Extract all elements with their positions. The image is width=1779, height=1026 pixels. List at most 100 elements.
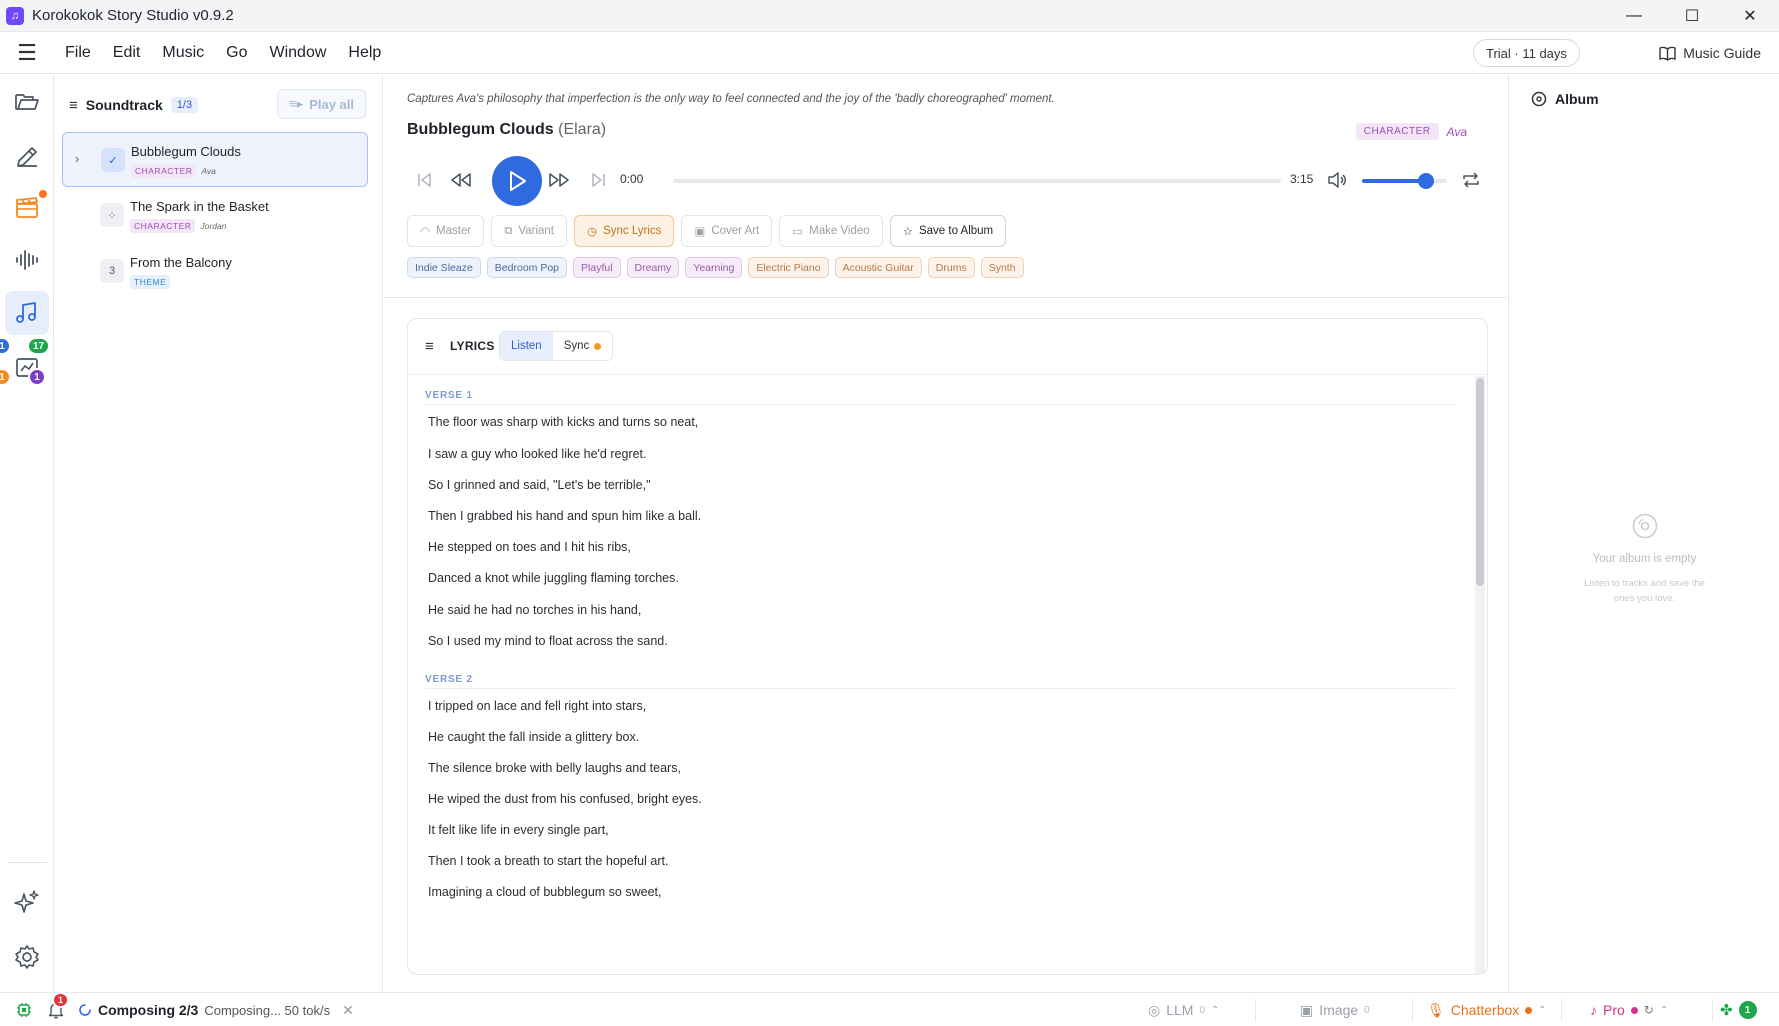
fast-forward-button[interactable] [547, 168, 571, 192]
status-divider [1412, 999, 1413, 1021]
master-icon: ◠ [420, 226, 431, 238]
hamburger-menu-icon[interactable]: ☰ [0, 40, 54, 66]
time-total: 3:15 [1290, 172, 1314, 186]
make-video-button[interactable]: ▭ Make Video [779, 215, 883, 247]
genre-tags: Indie Sleaze Bedroom Pop Playful Dreamy … [407, 257, 1024, 278]
song-detail: Captures Ava's philosophy that imperfect… [384, 75, 1507, 992]
music-guide-button[interactable]: Music Guide [1659, 32, 1761, 74]
album-empty-title: Your album is empty [1592, 553, 1697, 565]
chevron-right-icon[interactable]: › [75, 151, 79, 166]
menu-go[interactable]: Go [215, 44, 258, 62]
track-item[interactable]: ⁘ The Spark in the Basket CHARACTER Jord… [62, 188, 368, 243]
clover-icon: ✤ [1720, 1002, 1733, 1019]
track-item[interactable]: › ✓ Bubblegum Clouds CHARACTER Ava [62, 132, 368, 187]
volume-slider[interactable] [1362, 173, 1447, 189]
menu-bar: ☰ File Edit Music Go Window Help Trial ·… [0, 32, 1779, 74]
rail-audio-button[interactable] [5, 238, 49, 282]
image-status-button[interactable]: ▣ Image 0 [1300, 993, 1370, 1026]
skip-back-button[interactable] [412, 168, 436, 192]
master-label: Master [436, 225, 472, 237]
lyric-line: It felt like life in every single part, [428, 823, 609, 837]
title-bar: ♫ Korokokok Story Studio v0.9.2 — ☐ ✕ [0, 0, 1779, 32]
llm-status-button[interactable]: ◎ LLM 0 ⌃ [1148, 993, 1219, 1026]
lyric-line: He said he had no torches in his hand, [428, 603, 642, 617]
notifications-button[interactable]: 1 [48, 992, 70, 1026]
lyrics-scrollbar[interactable] [1475, 376, 1485, 974]
soundtrack-header: ≡ Soundtrack 1/3 ≡▸ Play all [69, 89, 374, 121]
verse-divider [425, 404, 1455, 405]
play-list-icon: ≡▸ [289, 96, 304, 111]
play-button[interactable] [492, 156, 542, 206]
image-icon: ▣ [1300, 1001, 1314, 1018]
globe-icon: ◎ [1148, 1001, 1161, 1018]
menu-file[interactable]: File [54, 44, 102, 62]
rewind-button[interactable] [449, 168, 473, 192]
music-guide-label: Music Guide [1683, 45, 1761, 61]
lyrics-scrollbar-thumb[interactable] [1476, 378, 1484, 586]
close-button[interactable]: ✕ [1721, 0, 1779, 32]
repeat-button[interactable] [1459, 168, 1483, 192]
notification-badge: 1 [52, 992, 70, 1008]
menu-window[interactable]: Window [258, 44, 337, 62]
minimize-button[interactable]: — [1605, 0, 1663, 32]
lyric-line: So I used my mind to float across the sa… [428, 634, 668, 648]
music-note-icon [16, 302, 36, 323]
music-note-icon: ♪ [1590, 1002, 1597, 1018]
volume-button[interactable] [1325, 168, 1349, 192]
album-empty-hint: Listen to tracks and save the ones you l… [1509, 576, 1779, 606]
status-bar: 1 Composing 2/3 Composing... 50 tok/s ✕ … [0, 992, 1779, 1026]
rail-queue-button[interactable]: 1 17 1 1 [0, 337, 51, 389]
save-to-album-button[interactable]: ☆ Save to Album [889, 215, 1007, 247]
pro-status-button[interactable]: ♪ Pro ↻ ⌃ [1590, 993, 1668, 1026]
maximize-button[interactable]: ☐ [1663, 0, 1721, 32]
menu-edit[interactable]: Edit [102, 44, 152, 62]
make-video-label: Make Video [809, 225, 870, 237]
progress-bar[interactable] [673, 179, 1281, 183]
refresh-icon: ↻ [1643, 1003, 1654, 1017]
album-title: Album [1555, 91, 1599, 107]
lyric-line: The silence broke with belly laughs and … [428, 761, 681, 775]
chatterbox-status-button[interactable]: 🎙︎ Chatterbox ⌃ [1427, 993, 1547, 1026]
volume-handle[interactable] [1417, 173, 1434, 189]
play-all-button[interactable]: ≡▸ Play all [277, 89, 366, 119]
composing-label: Composing 2/3 [98, 1002, 199, 1018]
soundtrack-panel: ≡ Soundtrack 1/3 ≡▸ Play all › ✓ Bubbleg… [55, 75, 383, 992]
composing-status[interactable]: Composing 2/3 Composing... 50 tok/s ✕ [78, 993, 354, 1026]
skip-forward-button[interactable] [587, 168, 611, 192]
verse-label: VERSE 1 [425, 390, 473, 401]
track-item[interactable]: 3 From the Balcony THEME [62, 244, 368, 299]
rail-ai-button[interactable] [5, 880, 49, 924]
album-empty-hint-line: ones you love. [1613, 593, 1676, 604]
master-button[interactable]: ◠ Master [407, 215, 485, 247]
menu-music[interactable]: Music [151, 44, 215, 62]
rail-write-button[interactable] [5, 135, 49, 179]
rail-music-button[interactable] [5, 291, 49, 335]
rail-settings-button[interactable] [5, 935, 49, 979]
extensions-status-button[interactable]: ✤ 1 [1720, 993, 1757, 1026]
volume-fill [1362, 179, 1426, 183]
play-all-label: Play all [309, 96, 354, 112]
section-divider [384, 297, 1507, 298]
lyric-line: Then I took a breath to start the hopefu… [428, 854, 669, 868]
variant-button[interactable]: ⧉ Variant [491, 215, 568, 247]
trial-badge[interactable]: Trial · 11 days [1473, 39, 1580, 67]
rail-scenes-button[interactable] [5, 185, 49, 229]
lyric-line: He caught the fall inside a glittery box… [428, 730, 640, 744]
rail-projects-button[interactable] [5, 80, 49, 124]
lyric-line: Then I grabbed his hand and spun him lik… [428, 509, 702, 523]
cpu-status-button[interactable] [16, 993, 32, 1026]
skip-back-icon [418, 173, 431, 187]
dismiss-icon[interactable]: ✕ [342, 1002, 354, 1019]
microphone-icon: 🎙︎ [1427, 1001, 1445, 1018]
tab-sync[interactable]: Sync [553, 332, 613, 360]
cover-art-button[interactable]: ▣ Cover Art [681, 215, 773, 247]
tab-listen[interactable]: Listen [500, 332, 553, 360]
menu-help[interactable]: Help [337, 44, 392, 62]
genre-tag: Indie Sleaze [407, 257, 481, 278]
play-icon [510, 171, 526, 191]
video-icon: ▭ [792, 226, 804, 238]
lyrics-body: VERSE 1 The floor was sharp with kicks a… [408, 376, 1487, 974]
song-voice: (Elara) [558, 121, 607, 138]
sync-lyrics-button[interactable]: ◷ Sync Lyrics [574, 215, 675, 247]
genre-tag: Drums [927, 257, 975, 278]
